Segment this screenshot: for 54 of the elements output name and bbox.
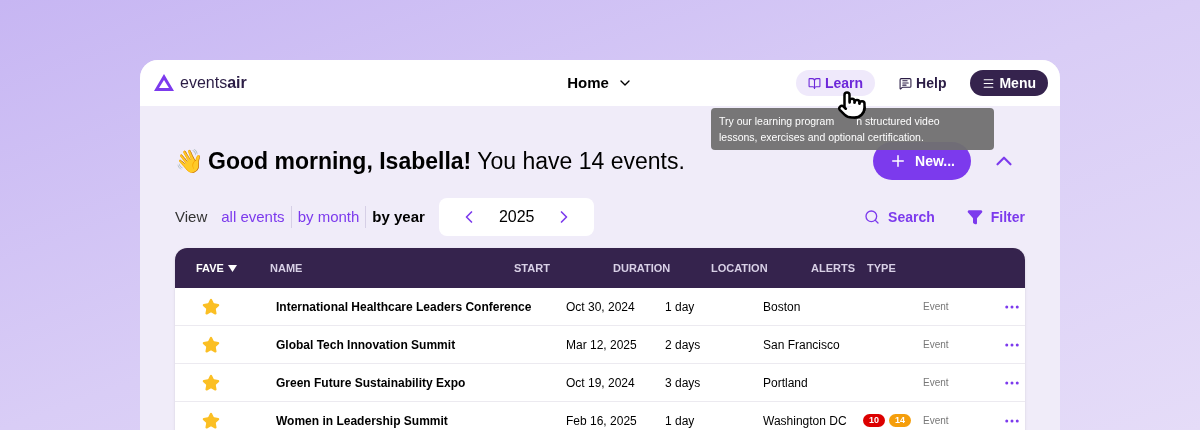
table-cell-text: San Francisco bbox=[763, 336, 841, 354]
view-option[interactable]: by year bbox=[365, 205, 431, 229]
tooltip: Try our learning program n structured video lessons, exercises and optional certification. bbox=[711, 108, 994, 150]
search-icon bbox=[864, 209, 881, 225]
wave-emoji: 👋 bbox=[175, 146, 204, 176]
table-cell-text: 1 day bbox=[665, 298, 696, 316]
table-cell-text: Event bbox=[923, 338, 950, 352]
column-header[interactable]: DURATION bbox=[613, 259, 711, 277]
table-cell-text: Event bbox=[923, 414, 950, 428]
view-option[interactable]: all events bbox=[215, 205, 291, 229]
table-cell-text: Washington DC bbox=[763, 412, 848, 430]
column-header[interactable]: LOCATION bbox=[711, 259, 811, 277]
table-cell-text: Oct 30, 2024 bbox=[566, 298, 636, 316]
event-name[interactable]: Women in Leadership Summit bbox=[276, 411, 566, 430]
home-dropdown[interactable]: Home bbox=[567, 71, 633, 95]
sort-icon bbox=[227, 264, 237, 272]
favorite-star-icon[interactable] bbox=[202, 373, 220, 392]
brand-name: eventsair bbox=[180, 73, 247, 93]
favorite-star-icon[interactable] bbox=[202, 411, 220, 430]
favorite-star-icon[interactable] bbox=[202, 297, 220, 316]
help-icon bbox=[899, 76, 913, 90]
alert-badge: 10 bbox=[863, 413, 885, 428]
table-cell-text: Event bbox=[923, 300, 950, 314]
column-header[interactable]: ALERTS bbox=[811, 259, 867, 277]
table-cell-text: Portland bbox=[763, 374, 809, 392]
column-header[interactable]: FAVE bbox=[196, 259, 270, 277]
favorite-star-icon[interactable] bbox=[202, 335, 220, 354]
event-name[interactable]: International Healthcare Leaders Conference bbox=[276, 297, 566, 316]
nav-button[interactable]: Learn bbox=[795, 70, 876, 96]
toolbar-button[interactable]: Search bbox=[864, 206, 935, 228]
menu-icon bbox=[982, 76, 996, 90]
column-header[interactable]: TYPE bbox=[867, 259, 1004, 277]
table-cell-text: Mar 12, 2025 bbox=[566, 336, 638, 354]
table-cell-text: 3 days bbox=[665, 374, 702, 392]
table-cell-text: 2 days bbox=[665, 336, 702, 354]
nav-button[interactable]: Help bbox=[887, 70, 959, 96]
event-name[interactable]: Green Future Sustainability Expo bbox=[276, 373, 566, 392]
table-cell-text: Oct 19, 2024 bbox=[566, 374, 636, 392]
table-cell-text: Feb 16, 2025 bbox=[566, 412, 638, 430]
year-value: 2025 bbox=[498, 207, 535, 227]
table-cell-text: Event bbox=[923, 376, 950, 390]
nav-button[interactable]: Menu bbox=[970, 70, 1048, 96]
greeting: Good morning, Isabella! You have 14 events. bbox=[208, 146, 685, 176]
toolbar-button[interactable]: Filter bbox=[966, 206, 1025, 228]
event-name[interactable]: Global Tech Innovation Summit bbox=[276, 335, 566, 354]
view-option[interactable]: by month bbox=[290, 205, 366, 229]
view-label: View bbox=[175, 206, 208, 227]
filter-icon bbox=[966, 209, 983, 225]
column-header[interactable]: NAME bbox=[270, 259, 514, 277]
table-cell-text: 1 day bbox=[665, 412, 696, 430]
column-header[interactable]: START bbox=[514, 259, 613, 277]
book-icon bbox=[807, 76, 821, 90]
alert-badge: 14 bbox=[889, 413, 912, 428]
table-cell-text: Boston bbox=[763, 298, 802, 316]
